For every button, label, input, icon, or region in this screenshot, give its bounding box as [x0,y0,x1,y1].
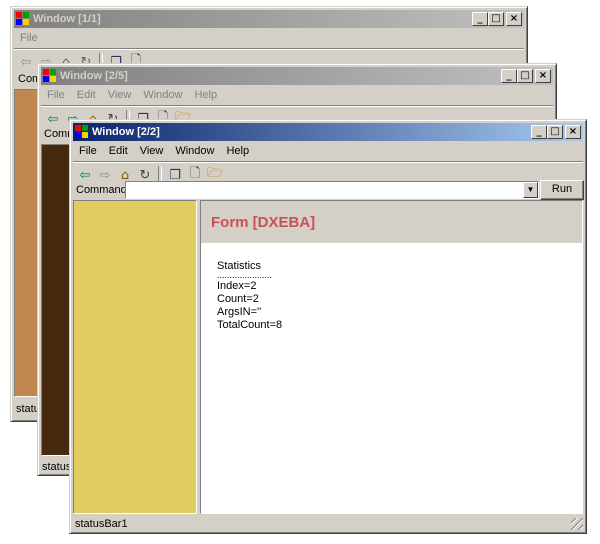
minimize-button[interactable]: _ [501,69,517,83]
menu-file[interactable]: File [73,145,103,157]
close-button[interactable]: × [535,69,551,83]
resize-grip-icon[interactable] [571,518,583,530]
app-icon [75,125,89,139]
maximize-button[interactable]: □ [517,69,533,83]
stat-totalcount: TotalCount=8 [217,319,283,331]
close-button[interactable]: × [565,125,581,139]
menu-help[interactable]: Help [220,145,255,157]
menu-file[interactable]: File [14,32,44,44]
window-3-titlebar[interactable]: Window [2/2] _ □ × [73,123,583,141]
menu-window[interactable]: Window [137,89,188,101]
back-arrow-icon[interactable]: ⇦ [17,53,35,71]
window-2-side-panel [41,144,72,456]
form-title: Form [DXEBA] [211,214,316,231]
close-button[interactable]: × [506,12,522,26]
stat-index: Index=2 [217,280,257,292]
command-label: Command [76,184,127,196]
menu-edit[interactable]: Edit [71,89,102,101]
stat-argsin: ArgsIN='' [217,306,262,318]
command-input[interactable] [127,182,523,196]
window-2-title: Window [2/5] [60,70,128,82]
window-3-title: Window [2/2] [92,126,160,138]
menu-view[interactable]: View [134,145,170,157]
window-1-title: Window [1/1] [33,13,101,25]
maximize-button[interactable]: □ [488,12,504,26]
back-arrow-icon[interactable]: ⇦ [76,166,94,184]
window-3-statusbar: statusBar1 [75,518,128,530]
dropdown-arrow-button[interactable]: ▼ [523,182,538,198]
app-icon [43,69,57,83]
window-3-menubar: File Edit View Window Help [73,142,583,160]
minimize-button[interactable]: _ [531,125,547,139]
statistics-divider: ...................... [217,270,273,280]
app-icon [16,12,30,26]
window-1-titlebar[interactable]: Window [1/1] _ □ × [14,10,524,28]
menu-edit[interactable]: Edit [103,145,134,157]
stat-count: Count=2 [217,293,259,305]
menu-window[interactable]: Window [169,145,220,157]
menu-help[interactable]: Help [188,89,223,101]
window-2-menubar: File Edit View Window Help [41,86,553,104]
window-3-side-panel [73,200,197,514]
menu-file[interactable]: File [41,89,71,101]
window-2-titlebar[interactable]: Window [2/5] _ □ × [41,67,553,85]
minimize-button[interactable]: _ [472,12,488,26]
run-button[interactable]: Run [540,180,584,200]
form-area: Form [DXEBA] Statistics ................… [200,200,583,514]
menu-view[interactable]: View [102,89,138,101]
statistics-block: Statistics ...................... Index=… [217,260,282,332]
forward-arrow-icon[interactable]: ⇨ [96,166,114,184]
window-1-menubar: File [14,29,524,47]
command-combobox[interactable]: ▼ [125,181,539,199]
back-arrow-icon[interactable]: ⇦ [44,110,62,128]
form-header: Form [DXEBA] [201,201,582,243]
window-3[interactable]: Window [2/2] _ □ × File Edit View Window… [69,119,587,534]
maximize-button[interactable]: □ [547,125,563,139]
